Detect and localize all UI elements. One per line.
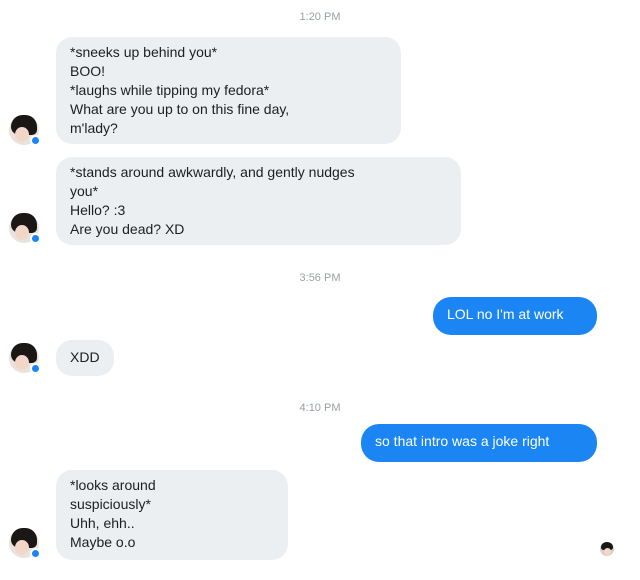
timestamp: 4:10 PM <box>299 402 341 414</box>
contact-avatar-icon[interactable] <box>9 528 41 559</box>
avatar-face <box>15 127 29 142</box>
seen-avatar-face <box>604 548 611 555</box>
contact-avatar-icon[interactable] <box>9 343 41 374</box>
contact-avatar-icon[interactable] <box>9 115 41 146</box>
chat-thread[interactable]: 1:20 PM *sneeks up behind you* BOO! *lau… <box>0 0 640 580</box>
outgoing-message-bubble[interactable]: LOL no I'm at work <box>433 297 597 335</box>
incoming-message-bubble[interactable]: XDD <box>56 340 114 376</box>
avatar-face <box>15 225 29 240</box>
outgoing-message-bubble[interactable]: so that intro was a joke right <box>361 424 597 462</box>
contact-avatar-icon[interactable] <box>9 213 41 244</box>
messenger-badge-icon <box>30 548 41 559</box>
seen-avatar-icon <box>600 542 614 556</box>
timestamp: 3:56 PM <box>299 272 341 284</box>
messenger-badge-icon <box>30 135 41 146</box>
messenger-badge-icon <box>30 233 41 244</box>
avatar-face <box>15 355 29 370</box>
avatar-face <box>15 540 29 555</box>
incoming-message-bubble[interactable]: *sneeks up behind you* BOO! *laughs whil… <box>56 37 401 144</box>
incoming-message-bubble[interactable]: *stands around awkwardly, and gently nud… <box>56 157 461 245</box>
messenger-badge-icon <box>30 363 41 374</box>
incoming-message-bubble[interactable]: *looks around suspiciously* Uhh, ehh.. M… <box>56 470 288 560</box>
timestamp: 1:20 PM <box>299 11 341 23</box>
